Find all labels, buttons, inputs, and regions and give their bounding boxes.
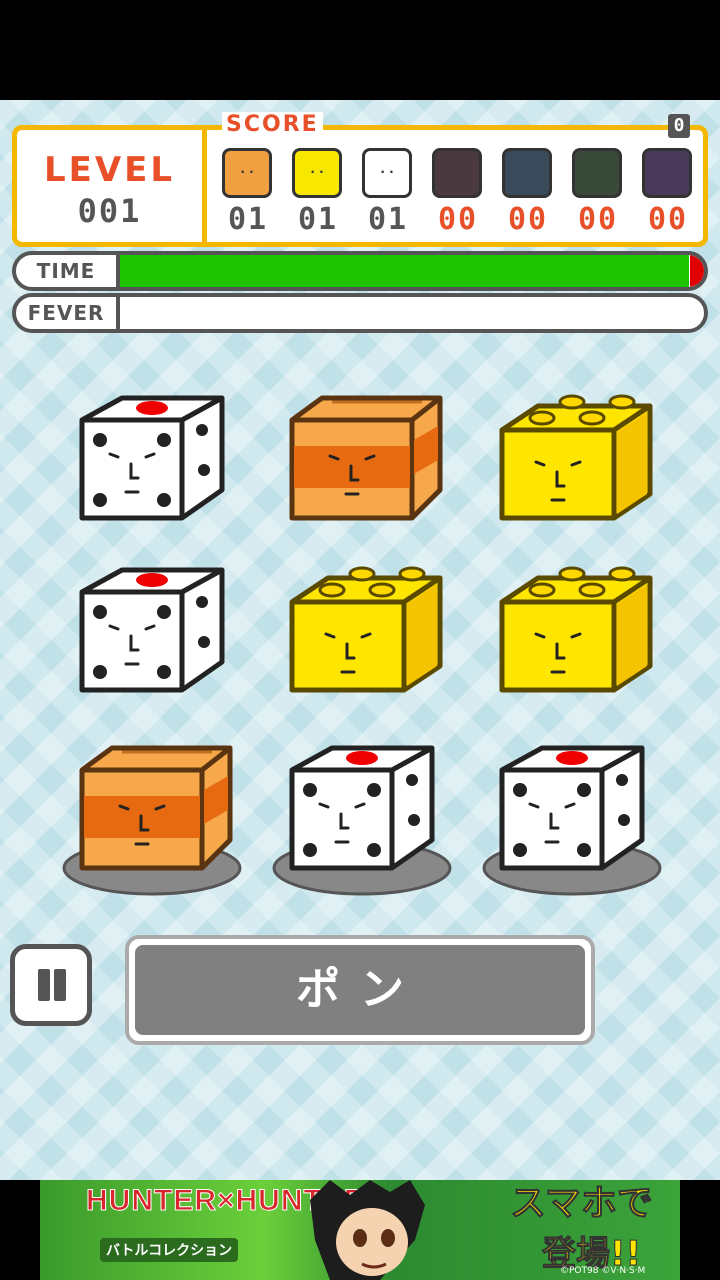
level-box: LEVEL 001: [17, 130, 207, 242]
banner-copyright: ©POT98 ©V·N·S·M: [560, 1266, 646, 1276]
status-bar: [0, 0, 720, 100]
score-item-green: 00: [572, 148, 624, 238]
score-item-purple: 00: [642, 148, 694, 238]
blue-block-icon: [502, 148, 552, 198]
score-item-red: 00: [432, 148, 484, 238]
score-item-brick: · · 01: [292, 148, 344, 238]
score-item-box: · · 01: [222, 148, 274, 238]
pause-button[interactable]: [10, 944, 92, 1026]
brick-block[interactable]: [272, 562, 452, 712]
score-count-blue: 00: [507, 202, 549, 237]
pon-button-label: ポン: [135, 945, 585, 1035]
dice-block-icon: · ·: [362, 148, 412, 198]
level-label: LEVEL: [43, 150, 176, 190]
score-count-box: 01: [227, 202, 269, 237]
brick-block[interactable]: [482, 390, 662, 540]
dice-block[interactable]: [272, 740, 452, 896]
score-count-purple: 00: [647, 202, 689, 237]
level-value: 001: [77, 192, 142, 230]
ad-banner[interactable]: HUNTER×HUNTER バトルコレクション スマホで 登場!! ©POT98…: [40, 1180, 680, 1280]
box-block-icon: · ·: [222, 148, 272, 198]
dice-block[interactable]: [62, 562, 242, 712]
box-block[interactable]: [272, 390, 452, 540]
score-item-dice: · · 01: [362, 148, 414, 238]
green-block-icon: [572, 148, 622, 198]
score-count-red: 00: [437, 202, 479, 237]
time-fill: [120, 255, 690, 287]
banner-cta-line1: スマホで: [510, 1183, 654, 1225]
score-label: SCORE: [222, 112, 323, 137]
fever-label: FEVER: [16, 297, 120, 329]
pon-button[interactable]: ポン: [125, 935, 595, 1045]
red-block-icon: [432, 148, 482, 198]
fever-bar: FEVER: [12, 293, 708, 333]
character-illustration: [310, 1180, 425, 1280]
fever-track: [120, 297, 704, 329]
brick-block-icon: · ·: [292, 148, 342, 198]
score-count-dice: 01: [367, 202, 409, 237]
brick-block[interactable]: [482, 562, 662, 712]
time-track: [120, 255, 704, 287]
score-item-blue: 00: [502, 148, 554, 238]
time-label: TIME: [16, 255, 120, 287]
time-bar: TIME: [12, 251, 708, 291]
box-block[interactable]: [62, 740, 242, 896]
score-count-green: 00: [577, 202, 619, 237]
dice-block[interactable]: [62, 390, 242, 540]
score-total: 0: [668, 114, 690, 138]
purple-block-icon: [642, 148, 692, 198]
dice-block[interactable]: [482, 740, 662, 896]
banner-subtitle: バトルコレクション: [100, 1238, 239, 1262]
score-count-brick: 01: [297, 202, 339, 237]
time-end-marker: [690, 255, 704, 287]
